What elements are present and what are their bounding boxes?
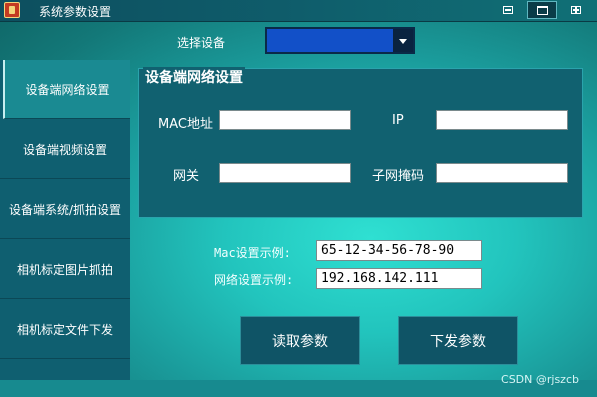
maximize-icon	[536, 5, 548, 15]
gateway-label: 网关	[173, 169, 200, 184]
network-settings-group	[138, 68, 583, 218]
sidebar-item-calibration-upload[interactable]: 相机标定文件下发	[0, 300, 130, 359]
device-select[interactable]	[265, 27, 415, 54]
sidebar: 设备端网络设置 设备端视频设置 设备端系统/抓拍设置 相机标定图片抓拍 相机标定…	[0, 60, 130, 380]
minimize-button[interactable]	[493, 1, 523, 19]
app-logo-icon	[4, 2, 20, 18]
minimize-icon	[503, 6, 513, 14]
subnet-mask-input[interactable]	[436, 163, 568, 183]
network-example-label: 网络设置示例:	[214, 273, 294, 287]
sidebar-item-video[interactable]: 设备端视频设置	[0, 120, 130, 179]
ip-label: IP	[392, 113, 404, 128]
sidebar-item-network[interactable]: 设备端网络设置	[3, 60, 130, 119]
mac-example-value: 65-12-34-56-78-90	[316, 240, 482, 261]
restore-button[interactable]	[561, 1, 591, 19]
subnet-mask-label: 子网掩码	[372, 169, 425, 184]
sidebar-item-system-capture[interactable]: 设备端系统/抓拍设置	[0, 180, 130, 239]
sidebar-item-calibration-capture[interactable]: 相机标定图片抓拍	[0, 240, 130, 299]
mac-address-label: MAC地址	[158, 117, 213, 132]
network-example-value: 192.168.142.111	[316, 268, 482, 289]
window-title: 系统参数设置	[39, 5, 112, 19]
ip-input[interactable]	[436, 110, 568, 130]
send-params-button[interactable]: 下发参数	[398, 316, 518, 365]
watermark: CSDN @rjszcb	[501, 373, 579, 386]
restore-icon	[571, 6, 581, 14]
gateway-input[interactable]	[219, 163, 351, 183]
read-params-button[interactable]: 读取参数	[240, 316, 360, 365]
mac-example-label: Mac设置示例:	[214, 246, 291, 260]
device-select-label: 选择设备	[177, 36, 226, 50]
network-group-title: 设备端网络设置	[143, 67, 245, 87]
maximize-button[interactable]	[527, 1, 557, 19]
mac-address-input[interactable]	[219, 110, 351, 130]
title-bar: 系统参数设置	[0, 0, 597, 22]
chevron-down-icon[interactable]	[393, 29, 413, 52]
